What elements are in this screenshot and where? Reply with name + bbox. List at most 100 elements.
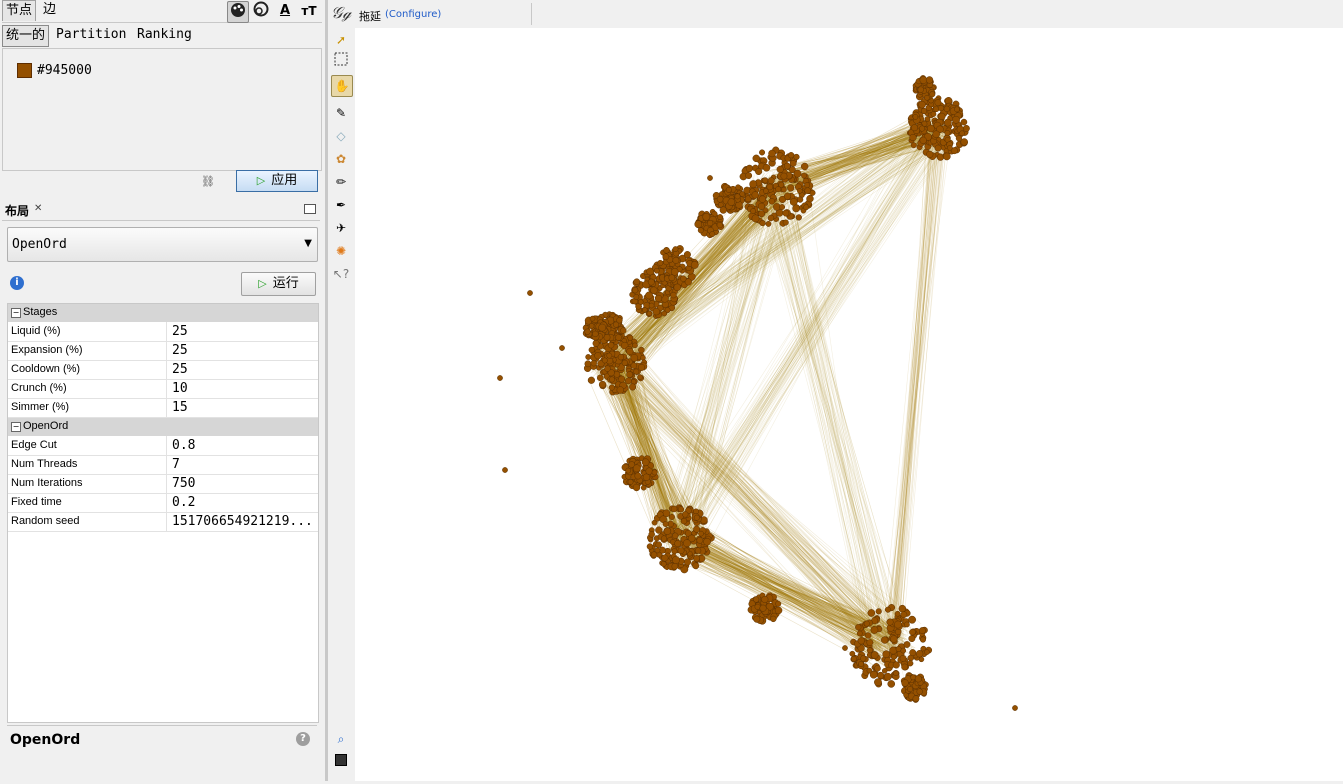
graph-node[interactable] (662, 253, 670, 261)
graph-node[interactable] (806, 194, 814, 203)
graph-node[interactable] (1012, 705, 1018, 711)
property-value-cell[interactable]: 15 (166, 398, 319, 417)
graph-node[interactable] (907, 660, 914, 667)
graph-node[interactable] (615, 334, 622, 341)
graph-node[interactable] (640, 354, 646, 361)
graph-node[interactable] (776, 165, 784, 173)
graph-node[interactable] (696, 537, 704, 544)
graph-node[interactable] (596, 374, 604, 382)
graph-node[interactable] (770, 615, 777, 623)
property-row[interactable]: Num Threads 7 (8, 455, 318, 475)
graph-node[interactable] (793, 153, 800, 161)
graph-node[interactable] (783, 192, 792, 200)
graph-node[interactable] (753, 615, 761, 623)
graph-node[interactable] (765, 221, 772, 227)
graph-node[interactable] (894, 610, 901, 617)
property-row[interactable]: Random seed 151706654921219... (8, 512, 318, 532)
graph-node[interactable] (702, 213, 711, 221)
graph-node[interactable] (918, 627, 926, 635)
graph-node[interactable] (757, 202, 766, 211)
graph-node[interactable] (671, 563, 679, 570)
graph-node[interactable] (782, 219, 789, 226)
graph-node[interactable] (925, 76, 934, 84)
graph-node[interactable] (654, 294, 663, 302)
graph-node[interactable] (646, 543, 654, 550)
graph-node[interactable] (911, 124, 919, 132)
graph-node[interactable] (755, 167, 763, 176)
graph-node[interactable] (693, 525, 701, 533)
graph-node[interactable] (637, 363, 645, 371)
graph-node[interactable] (860, 655, 867, 662)
graph-node[interactable] (955, 135, 963, 142)
graph-node[interactable] (668, 274, 676, 282)
graph-node[interactable] (634, 472, 642, 480)
graph-node[interactable] (657, 259, 664, 267)
graph-node[interactable] (762, 177, 769, 184)
graph-node[interactable] (608, 376, 615, 383)
graph-node[interactable] (703, 537, 711, 546)
graph-node[interactable] (959, 130, 965, 137)
graph-node[interactable] (694, 547, 702, 554)
graph-node[interactable] (900, 611, 908, 618)
graph-node[interactable] (795, 214, 802, 221)
graph-node[interactable] (608, 384, 615, 391)
shortest-path-icon[interactable]: ✈ (331, 218, 351, 238)
graph-node[interactable] (901, 679, 909, 687)
graph-node[interactable] (864, 632, 872, 639)
graph-node[interactable] (938, 112, 946, 121)
graph-node[interactable] (598, 323, 607, 332)
graph-node[interactable] (650, 286, 658, 295)
graph-node[interactable] (693, 555, 700, 562)
graph-node[interactable] (780, 172, 788, 180)
graph-node[interactable] (693, 514, 700, 521)
graph-node[interactable] (866, 639, 874, 646)
graph-node[interactable] (942, 152, 951, 161)
graph-node[interactable] (588, 323, 595, 329)
graph-node[interactable] (901, 663, 909, 671)
property-value-cell[interactable]: 25 (166, 322, 319, 341)
graph-node[interactable] (750, 208, 756, 214)
graph-node[interactable] (915, 650, 924, 658)
graph-node[interactable] (660, 561, 667, 567)
graph-node[interactable] (804, 187, 812, 195)
property-row[interactable]: Edge Cut 0.8 (8, 436, 318, 456)
chain-link-icon[interactable]: ⛓ (201, 175, 215, 188)
graph-node[interactable] (781, 186, 787, 193)
graph-node[interactable] (620, 327, 627, 334)
graph-node[interactable] (707, 220, 714, 227)
graph-node[interactable] (653, 267, 660, 274)
collapse-icon[interactable]: − (11, 308, 21, 318)
property-value-cell[interactable]: 0.8 (166, 436, 319, 455)
graph-node[interactable] (632, 287, 639, 294)
graph-node[interactable] (559, 345, 565, 351)
graph-node[interactable] (672, 257, 680, 264)
graph-node[interactable] (890, 635, 898, 643)
graph-node[interactable] (668, 513, 675, 520)
graph-node[interactable] (907, 686, 914, 693)
subtab-partition[interactable]: Partition (56, 25, 126, 45)
graph-node[interactable] (954, 106, 960, 113)
graph-node[interactable] (497, 375, 503, 381)
graph-node[interactable] (739, 191, 746, 197)
graph-node[interactable] (870, 626, 879, 634)
label-color-icon[interactable]: A (275, 1, 295, 21)
painter-icon[interactable]: ✿ (331, 149, 351, 169)
graph-node[interactable] (673, 283, 681, 292)
graph-node[interactable] (670, 268, 679, 276)
graph-node[interactable] (903, 641, 911, 648)
graph-node[interactable] (797, 188, 803, 194)
graph-node[interactable] (589, 315, 596, 322)
graph-node[interactable] (883, 672, 892, 681)
graph-node[interactable] (930, 111, 937, 117)
color-swatch[interactable] (17, 63, 32, 78)
graph-node[interactable] (874, 678, 882, 687)
graph-node[interactable] (789, 198, 798, 206)
graph-node[interactable] (677, 547, 685, 555)
close-icon[interactable]: ✕ (34, 203, 42, 214)
graph-node[interactable] (792, 204, 801, 213)
graph-node[interactable] (914, 675, 922, 683)
graph-node[interactable] (588, 346, 595, 353)
graph-node[interactable] (707, 175, 713, 181)
graph-node[interactable] (645, 467, 653, 475)
background-color-icon[interactable] (331, 752, 351, 772)
